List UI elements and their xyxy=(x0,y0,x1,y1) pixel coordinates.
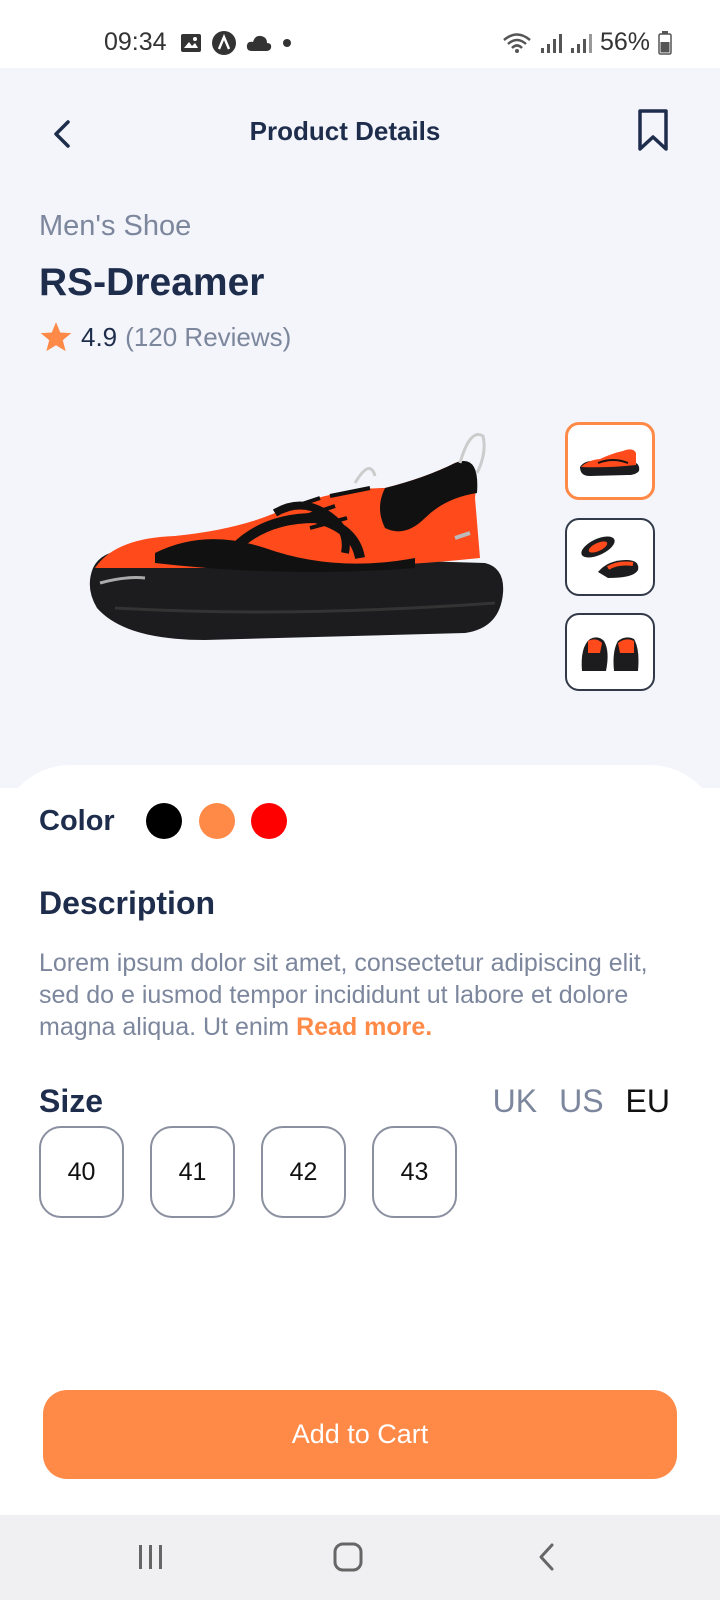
recents-icon xyxy=(139,1545,162,1569)
shoe-thumbnail-image xyxy=(581,637,639,671)
home-button[interactable] xyxy=(323,1537,373,1577)
size-options: 40 41 42 43 xyxy=(39,1126,457,1218)
color-swatch-red[interactable] xyxy=(251,803,287,839)
notification-icons xyxy=(180,31,292,55)
signal-icon xyxy=(540,33,562,53)
home-icon xyxy=(333,1542,363,1572)
description-text: Lorem ipsum dolor sit amet, consectetur … xyxy=(39,947,679,1043)
bookmark-icon xyxy=(638,109,668,151)
thumbnail-back-view[interactable] xyxy=(565,613,655,691)
read-more-link[interactable]: Read more. xyxy=(296,1013,432,1041)
battery-percent: 56% xyxy=(599,28,650,56)
star-icon xyxy=(40,322,72,352)
shoe-thumbnail-image xyxy=(580,449,640,476)
cloud-icon xyxy=(246,35,272,51)
rating-row: 4.9 (120 Reviews) xyxy=(39,320,291,354)
status-time: 09:34 xyxy=(104,28,167,56)
status-bar: 09:34 56% xyxy=(0,0,720,68)
system-back-button[interactable] xyxy=(522,1537,572,1577)
bookmark-button[interactable] xyxy=(636,108,670,152)
signal-icon xyxy=(570,33,592,53)
back-arrow-icon xyxy=(539,1543,554,1571)
add-to-cart-button[interactable]: Add to Cart xyxy=(43,1390,677,1479)
size-unit-us[interactable]: US xyxy=(559,1083,603,1120)
product-hero: Product Details Men's Shoe RS-Dreamer 4.… xyxy=(0,68,720,788)
size-unit-uk[interactable]: UK xyxy=(493,1083,537,1120)
size-option-40[interactable]: 40 xyxy=(39,1126,124,1218)
battery-icon xyxy=(658,30,672,55)
size-option-42[interactable]: 42 xyxy=(261,1126,346,1218)
color-swatch-black[interactable] xyxy=(146,803,182,839)
size-option-41[interactable]: 41 xyxy=(150,1126,235,1218)
system-nav-bar xyxy=(0,1515,720,1600)
page-title: Product Details xyxy=(249,116,441,146)
recents-button[interactable] xyxy=(126,1537,176,1577)
size-option-43[interactable]: 43 xyxy=(372,1126,457,1218)
product-image xyxy=(89,433,504,640)
image-icon xyxy=(181,34,201,52)
review-count: (120 Reviews) xyxy=(125,321,292,352)
dot-icon xyxy=(283,39,291,47)
color-swatch-orange[interactable] xyxy=(199,803,235,839)
thumbnail-side-view[interactable] xyxy=(565,422,655,500)
status-right: 56% xyxy=(502,28,672,57)
wifi-icon xyxy=(503,32,531,53)
a-badge-icon xyxy=(212,31,236,55)
rating-value: 4.9 xyxy=(81,321,118,352)
product-name: RS-Dreamer xyxy=(39,261,265,304)
product-category: Men's Shoe xyxy=(39,210,192,242)
description-title: Description xyxy=(39,885,216,921)
size-unit-eu[interactable]: EU xyxy=(626,1083,670,1120)
size-title: Size xyxy=(39,1083,104,1119)
size-unit-selector: UK US EU xyxy=(493,1083,670,1120)
thumbnail-top-view[interactable] xyxy=(565,518,655,596)
shoe-thumbnail-image xyxy=(581,536,639,578)
color-label: Color xyxy=(39,805,115,837)
